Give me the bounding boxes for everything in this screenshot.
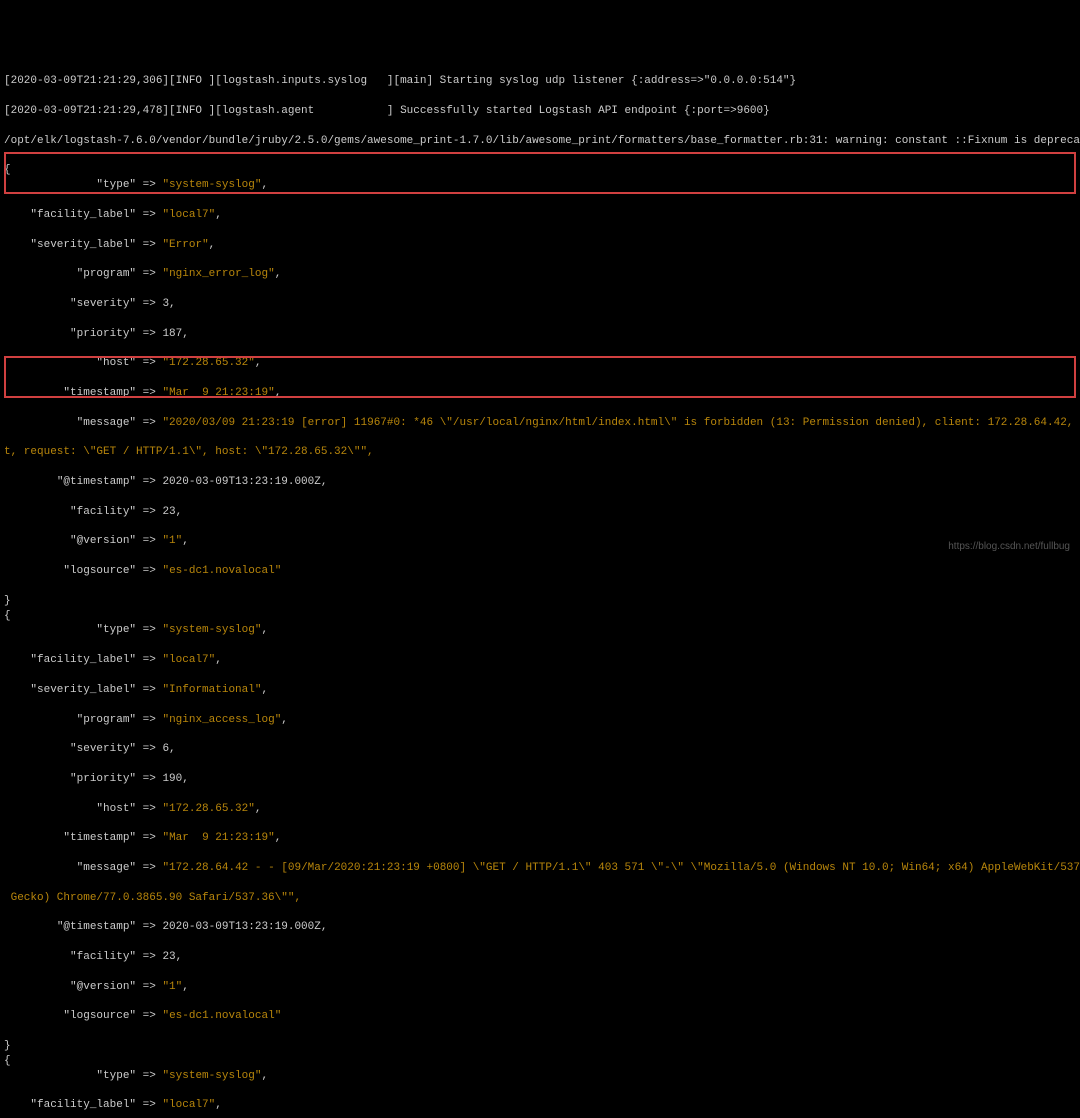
- field-timestamp: "timestamp" => "Mar 9 21:23:19",: [4, 831, 1076, 846]
- field-logsource: "logsource" => "es-dc1.novalocal": [4, 564, 1076, 579]
- field-message: "message" => "172.28.64.42 - - [09/Mar/2…: [4, 861, 1076, 876]
- field-version: "@version" => "1",: [4, 980, 1076, 995]
- field-program: "program" => "nginx_error_log",: [4, 267, 1076, 282]
- field-severity: "severity" => 3,: [4, 297, 1076, 312]
- brace-open-1: {: [4, 164, 11, 176]
- field-facility: "facility" => 23,: [4, 505, 1076, 520]
- log-line-1: [2020-03-09T21:21:29,306][INFO ][logstas…: [4, 74, 1076, 89]
- field-timestamp: "timestamp" => "Mar 9 21:23:19",: [4, 386, 1076, 401]
- field-type: "type" => "system-syslog",: [4, 623, 1076, 638]
- field-type: "type" => "system-syslog",: [4, 1069, 1076, 1084]
- field-version: "@version" => "1",: [4, 534, 1076, 549]
- terminal-output: [2020-03-09T21:21:29,306][INFO ][logstas…: [0, 59, 1080, 1118]
- field-message: "message" => "2020/03/09 21:23:19 [error…: [4, 416, 1076, 431]
- field-message-cont: t, request: \"GET / HTTP/1.1\", host: \"…: [4, 445, 1076, 460]
- field-at-timestamp: "@timestamp" => 2020-03-09T13:23:19.000Z…: [4, 475, 1076, 490]
- log-line-2: [2020-03-09T21:21:29,478][INFO ][logstas…: [4, 104, 1076, 119]
- brace-close-2: }: [4, 1040, 11, 1052]
- field-facility-label: "facility_label" => "local7",: [4, 1098, 1076, 1113]
- watermark: https://blog.csdn.net/fullbug: [948, 540, 1070, 554]
- log-line-3: /opt/elk/logstash-7.6.0/vendor/bundle/jr…: [4, 134, 1076, 149]
- brace-open-2: {: [4, 610, 11, 622]
- field-severity: "severity" => 6,: [4, 742, 1076, 757]
- field-priority: "priority" => 187,: [4, 327, 1076, 342]
- field-at-timestamp: "@timestamp" => 2020-03-09T13:23:19.000Z…: [4, 920, 1076, 935]
- field-program: "program" => "nginx_access_log",: [4, 713, 1076, 728]
- field-severity-label: "severity_label" => "Error",: [4, 238, 1076, 253]
- field-facility: "facility" => 23,: [4, 950, 1076, 965]
- field-priority: "priority" => 190,: [4, 772, 1076, 787]
- field-facility-label: "facility_label" => "local7",: [4, 653, 1076, 668]
- field-message-cont: Gecko) Chrome/77.0.3865.90 Safari/537.36…: [4, 891, 1076, 906]
- brace-open-3: {: [4, 1055, 11, 1067]
- field-facility-label: "facility_label" => "local7",: [4, 208, 1076, 223]
- field-severity-label: "severity_label" => "Informational",: [4, 683, 1076, 698]
- brace-close-1: }: [4, 595, 11, 607]
- field-host: "host" => "172.28.65.32",: [4, 802, 1076, 817]
- field-logsource: "logsource" => "es-dc1.novalocal": [4, 1009, 1076, 1024]
- field-type: "type" => "system-syslog",: [4, 178, 1076, 193]
- field-host: "host" => "172.28.65.32",: [4, 356, 1076, 371]
